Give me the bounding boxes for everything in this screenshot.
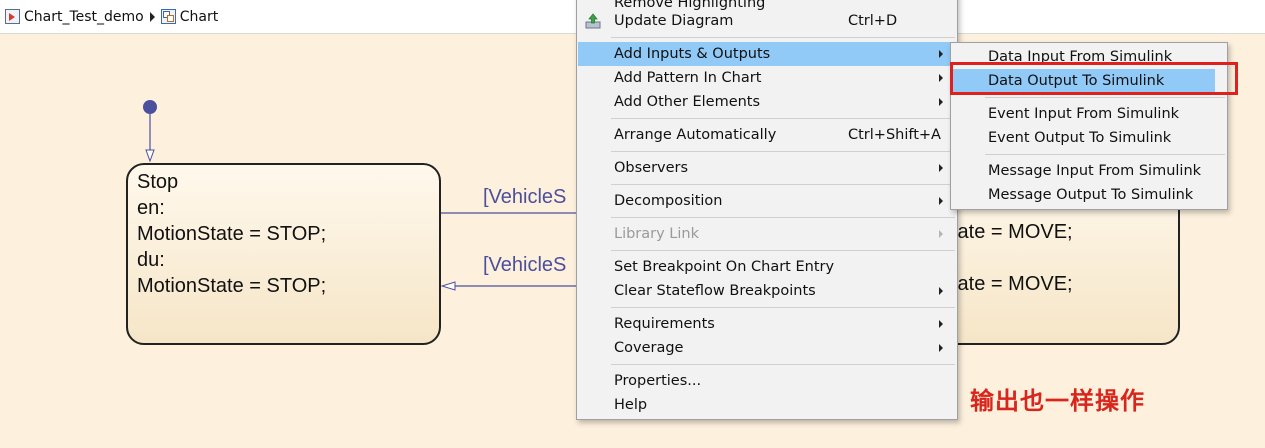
menu-item-label: Event Output To Simulink: [988, 130, 1172, 146]
menu-item-label: Clear Stateflow Breakpoints: [614, 283, 816, 299]
breadcrumb-chart-label: Chart: [179, 8, 219, 25]
breadcrumb-item-model[interactable]: Chart_Test_demo: [0, 9, 144, 25]
menu-item-set-breakpoint-on-chart-entry[interactable]: Set Breakpoint On Chart Entry: [578, 255, 956, 279]
menu-item-label: Event Input From Simulink: [988, 106, 1180, 122]
breadcrumb-model-label: Chart_Test_demo: [24, 8, 144, 25]
submenu-arrow-icon: [939, 98, 943, 106]
submenu-arrow-icon: [939, 74, 943, 82]
menu-separator: [611, 364, 955, 365]
stateflow-chart-icon: [160, 9, 176, 24]
context-menu: Remove Highlighting Update Diagram Ctrl+…: [576, 0, 958, 420]
menu-item-label: Library Link: [614, 226, 700, 242]
menu-item-add-inputs-outputs[interactable]: Add Inputs & Outputs: [578, 42, 956, 66]
transition-move-to-stop-arrowhead: [440, 281, 456, 291]
submenu-item-event-output-to-simulink[interactable]: Event Output To Simulink: [952, 126, 1226, 150]
state-stop-line: en:: [137, 197, 165, 219]
submenu-arrow-icon: [939, 50, 943, 58]
menu-item-shortcut: Ctrl+D: [848, 13, 898, 29]
menu-item-label: Observers: [614, 160, 689, 176]
menu-item-update-diagram[interactable]: Update Diagram Ctrl+D: [578, 9, 956, 33]
menu-item-observers[interactable]: Observers: [578, 156, 956, 180]
submenu-arrow-icon: [939, 320, 943, 328]
menu-item-properties[interactable]: Properties...: [578, 369, 956, 393]
menu-separator: [611, 250, 955, 251]
state-stop[interactable]: Stop en: MotionState = STOP; du: MotionS…: [126, 163, 441, 345]
submenu-arrow-icon: [939, 344, 943, 352]
menu-item-label: Properties...: [614, 373, 702, 389]
menu-item-arrange-automatically[interactable]: Arrange Automatically Ctrl+Shift+A: [578, 123, 956, 147]
menu-item-add-other-elements[interactable]: Add Other Elements: [578, 90, 956, 114]
menu-item-label: Message Input From Simulink: [988, 163, 1202, 179]
menu-item-help[interactable]: Help: [578, 393, 956, 417]
simulink-model-icon: [5, 9, 20, 24]
state-stop-name: Stop: [137, 171, 179, 193]
submenu-item-event-input-from-simulink[interactable]: Event Input From Simulink: [952, 102, 1226, 126]
menu-item-label: Add Pattern In Chart: [614, 70, 762, 86]
transition-bottom-label[interactable]: [VehicleS: [483, 254, 566, 277]
menu-item-label: Coverage: [614, 340, 684, 356]
menu-separator: [611, 184, 955, 185]
state-stop-line: du:: [137, 249, 165, 271]
state-move-line: tate = MOVE;: [952, 273, 1073, 295]
menu-separator: [985, 97, 1225, 98]
menu-item-label: Message Output To Simulink: [988, 187, 1194, 203]
menu-separator: [985, 154, 1225, 155]
menu-item-label: Requirements: [614, 316, 715, 332]
menu-item-decomposition[interactable]: Decomposition: [578, 189, 956, 213]
menu-item-label: Add Other Elements: [614, 94, 761, 110]
menu-item-coverage[interactable]: Coverage: [578, 336, 956, 360]
menu-separator: [611, 118, 955, 119]
menu-separator: [611, 37, 955, 38]
menu-item-label: Update Diagram: [614, 13, 734, 29]
state-stop-line: MotionState = STOP;: [137, 275, 327, 297]
transition-top-label[interactable]: [VehicleS: [483, 186, 566, 209]
menu-item-shortcut: Ctrl+Shift+A: [848, 127, 941, 143]
update-diagram-icon: [585, 13, 601, 29]
menu-separator: [611, 151, 955, 152]
menu-item-label: Help: [614, 397, 648, 413]
menu-item-library-link: Library Link: [578, 222, 956, 246]
menu-item-label: Arrange Automatically: [614, 127, 777, 143]
submenu-item-message-output-to-simulink[interactable]: Message Output To Simulink: [952, 183, 1226, 207]
menu-item-requirements[interactable]: Requirements: [578, 312, 956, 336]
submenu-arrow-icon: [939, 164, 943, 172]
breadcrumb-item-chart[interactable]: Chart: [160, 8, 219, 25]
breadcrumb-separator-icon: [149, 11, 155, 22]
state-move-line: tate = MOVE;: [952, 221, 1073, 243]
menu-separator: [611, 217, 955, 218]
menu-item-label: Set Breakpoint On Chart Entry: [614, 259, 835, 275]
menu-separator: [611, 307, 955, 308]
menu-item-add-pattern-in-chart[interactable]: Add Pattern In Chart: [578, 66, 956, 90]
submenu-item-message-input-from-simulink[interactable]: Message Input From Simulink: [952, 159, 1226, 183]
annotation-text: 输出也一样操作: [970, 387, 1145, 415]
menu-item-label: Decomposition: [614, 193, 723, 209]
submenu-arrow-icon: [939, 230, 943, 238]
state-stop-line: MotionState = STOP;: [137, 223, 327, 245]
submenu-arrow-icon: [939, 287, 943, 295]
default-transition-arrowhead: [145, 149, 155, 163]
menu-item-clear-stateflow-breakpoints[interactable]: Clear Stateflow Breakpoints: [578, 279, 956, 303]
default-transition-dot[interactable]: [143, 100, 157, 114]
menu-item-label: Add Inputs & Outputs: [614, 46, 771, 62]
submenu-arrow-icon: [939, 197, 943, 205]
annotation-highlight-box: [950, 62, 1238, 95]
